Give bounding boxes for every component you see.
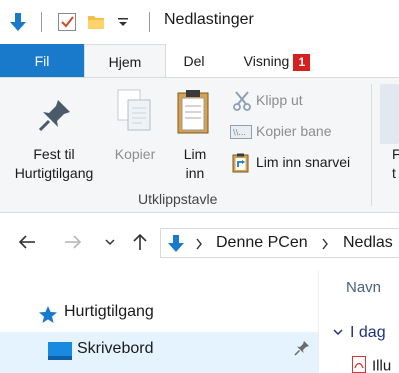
downloads-icon (167, 234, 185, 257)
pin-to-quick-access-button[interactable]: Fest til Hurtigtilgang (0, 78, 108, 188)
group-header-label: I dag (350, 324, 386, 342)
checkbox-properties-icon[interactable] (57, 0, 77, 44)
copy-icon (116, 88, 154, 137)
paste-label-line2: inn (185, 165, 205, 181)
chevron-down-icon (332, 324, 344, 342)
copy-label: Kopier (114, 146, 156, 162)
paste-shortcut-label: Lim inn snarvei (256, 154, 351, 170)
star-icon (38, 305, 58, 327)
copy-path-button[interactable]: \\... Kopier bane (230, 121, 360, 143)
tab-file[interactable]: Fil (0, 44, 84, 78)
scissors-icon (232, 91, 252, 114)
breadcrumb-downloads[interactable]: Nedlas (343, 234, 393, 252)
pin-label-line2: Hurtigtilgang (14, 165, 94, 181)
nav-item-label: Hurtigtilgang (64, 303, 154, 320)
cut-button[interactable]: Klipp ut (230, 90, 360, 112)
clipboard-group-label: Utklippstavle (138, 191, 218, 207)
back-button[interactable] (14, 230, 40, 254)
paste-button[interactable]: Lim inn (168, 78, 222, 188)
cut-label: Klipp ut (256, 92, 303, 108)
recent-locations-button[interactable] (100, 230, 120, 254)
copy-path-label: Kopier bane (256, 123, 332, 139)
pinned-icon (294, 340, 310, 359)
group-header-today[interactable]: I dag (332, 324, 386, 342)
arrow-down-icon[interactable] (8, 0, 28, 44)
folder-icon[interactable] (86, 0, 106, 44)
tab-home[interactable]: Hjem (84, 44, 166, 79)
title-bar: Nedlastinger (0, 0, 399, 44)
back-arrow-icon (18, 235, 35, 249)
nav-item-desktop[interactable]: Skrivebord (0, 332, 318, 373)
paste-shortcut-button[interactable]: Lim inn snarvei (230, 152, 370, 174)
breadcrumb-separator-icon[interactable] (195, 237, 203, 253)
forward-arrow-icon (65, 235, 82, 249)
copy-button[interactable]: Kopier (108, 78, 162, 188)
keytip-badge: 1 (293, 53, 311, 71)
file-name: Illu (372, 357, 392, 373)
tab-view-label: Visning (243, 53, 290, 69)
up-arrow-icon (133, 233, 147, 250)
chevron-down-icon (105, 239, 115, 246)
paste-label-line1: Lim (183, 146, 207, 162)
customize-dropdown-icon[interactable] (117, 0, 129, 44)
nav-item-label: Skrivebord (77, 340, 154, 357)
toolbar-divider (149, 12, 150, 32)
ribbon-panel: Fest til Hurtigtilgang Kopier Lim inn Kl… (0, 77, 399, 213)
tab-view[interactable]: Visning 1 (232, 44, 322, 78)
next-group-label-partial-1: F (392, 146, 399, 162)
tab-share[interactable]: Del (166, 44, 222, 78)
forward-button[interactable] (60, 230, 86, 254)
pin-icon (38, 98, 72, 135)
copy-path-icon: \\... (230, 125, 252, 142)
pane-divider[interactable] (318, 270, 319, 373)
breadcrumb-this-pc[interactable]: Denne PCen (216, 234, 308, 252)
clipboard-icon (176, 88, 212, 139)
nav-item-quick-access[interactable]: Hurtigtilgang (0, 300, 318, 328)
breadcrumb-separator-icon[interactable] (321, 237, 329, 253)
address-bar[interactable]: Denne PCen Nedlas (160, 228, 399, 258)
column-header-name[interactable]: Navn (346, 279, 381, 296)
file-row[interactable]: Illu (352, 356, 391, 373)
up-button[interactable] (128, 230, 152, 254)
group-divider (371, 84, 372, 206)
ribbon-tabs: Fil Hjem Del Visning 1 (0, 44, 399, 79)
next-group-icon[interactable] (380, 84, 399, 144)
pdf-file-icon (352, 356, 366, 373)
svg-text:\\...: \\... (233, 128, 246, 137)
desktop-icon (48, 342, 72, 363)
pin-label-line1: Fest til (33, 146, 75, 162)
toolbar-divider (41, 12, 42, 32)
window-title: Nedlastinger (164, 11, 254, 28)
next-group-label-partial-2: t (392, 165, 396, 181)
paste-shortcut-icon (232, 153, 250, 176)
